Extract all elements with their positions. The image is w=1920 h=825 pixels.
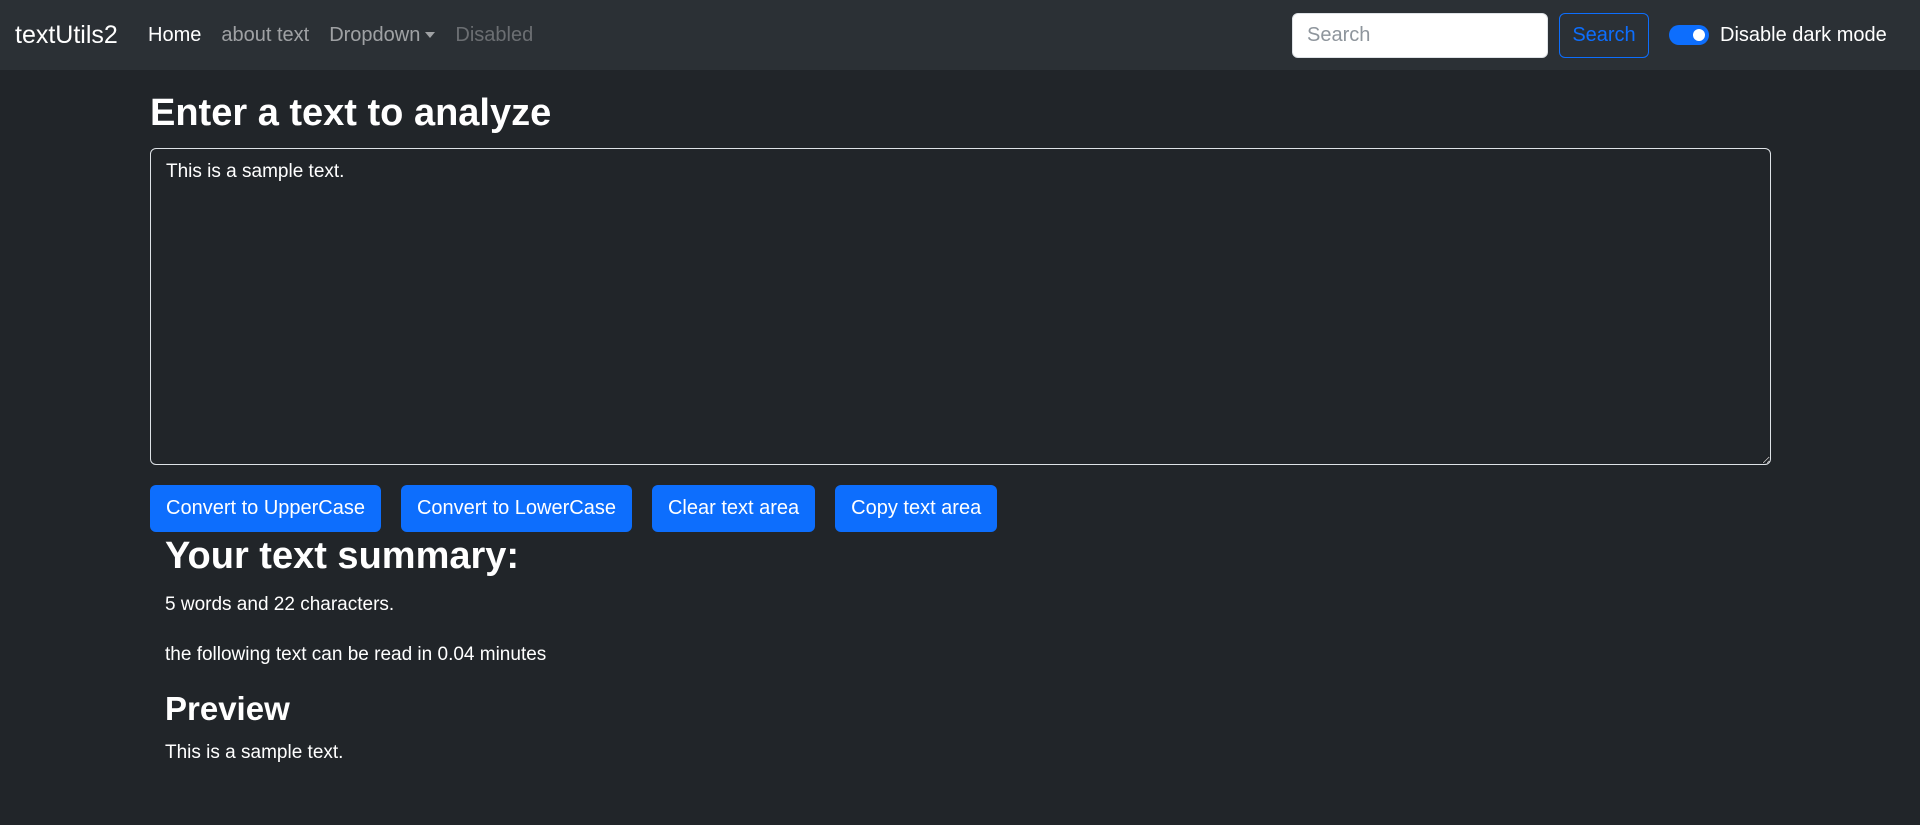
text-summary: Your text summary: 5 words and 22 charac… (165, 535, 546, 792)
nav-link-home[interactable]: Home (148, 24, 201, 47)
uppercase-button[interactable]: Convert to UpperCase (150, 485, 381, 532)
search-input[interactable] (1292, 13, 1548, 58)
nav-dropdown-label: Dropdown (329, 23, 421, 46)
page-title: Enter a text to analyze (150, 92, 552, 134)
word-char-count: 5 words and 22 characters. (165, 594, 395, 615)
action-buttons: Convert to UpperCase Convert to LowerCas… (150, 485, 998, 532)
text-input-area[interactable] (150, 148, 1771, 465)
caret-down-icon (425, 32, 436, 38)
copy-button[interactable]: Copy text area (835, 485, 998, 532)
nav-link-disabled: Disabled (455, 23, 534, 46)
navbar: textUtils2 Home about text Dropdown Disa… (0, 0, 1920, 70)
preview-text: This is a sample text. (165, 742, 344, 763)
nav-links: Home about text Dropdown Disabled (148, 0, 533, 70)
dark-mode-label[interactable]: Disable dark mode (1720, 24, 1887, 47)
read-time: the following text can be read in 0.04 m… (165, 644, 547, 665)
dark-mode-toggle: Disable dark mode (1669, 0, 1887, 70)
search-button[interactable]: Search (1559, 13, 1649, 58)
clear-button[interactable]: Clear text area (651, 485, 816, 532)
brand-logo[interactable]: textUtils2 (15, 0, 118, 70)
dark-mode-switch[interactable] (1669, 25, 1709, 45)
summary-title: Your text summary: (165, 535, 520, 577)
nav-link-about[interactable]: about text (221, 24, 309, 47)
preview-title: Preview (165, 690, 290, 727)
nav-dropdown[interactable]: Dropdown (329, 23, 436, 47)
lowercase-button[interactable]: Convert to LowerCase (400, 485, 632, 532)
